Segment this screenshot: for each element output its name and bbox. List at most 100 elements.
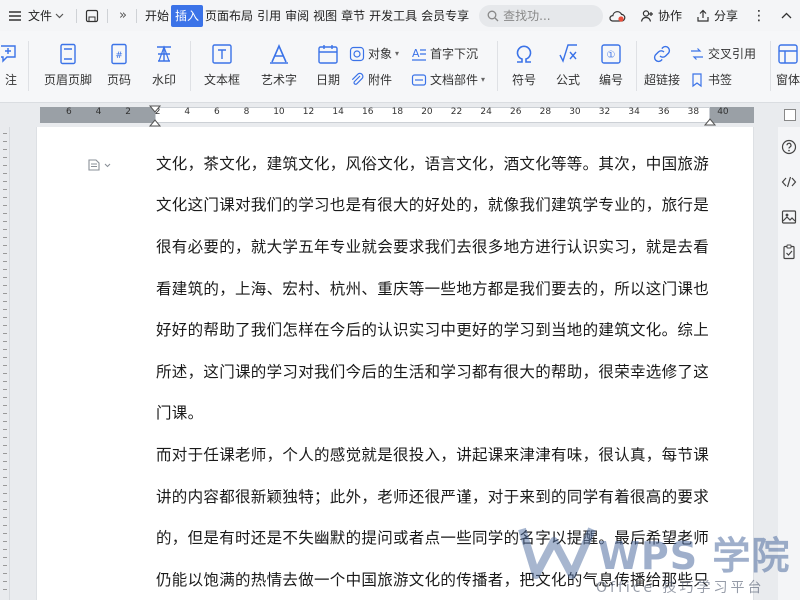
page-number-label: 页码: [106, 73, 131, 87]
horizontal-ruler[interactable]: 6 4 2 2 4 6 8 10 12 14 16 18 20 22 24 26 28 30 32 34 36 38 40: [0, 103, 800, 127]
date-button[interactable]: 日期: [312, 43, 344, 88]
bookmark-icon: [692, 72, 702, 87]
ruler-tick: [3, 365, 7, 366]
tab-view[interactable]: 视图: [311, 5, 339, 27]
object-button[interactable]: 对象 ▾: [349, 45, 399, 62]
ruler-tick: [3, 309, 7, 310]
ruler-tick: [3, 413, 7, 414]
search-box[interactable]: 查找功...: [479, 4, 604, 27]
tab-home[interactable]: 开始: [143, 5, 171, 27]
wordart-button[interactable]: 艺术字: [256, 43, 302, 88]
numbering-button[interactable]: ① 编号: [596, 43, 626, 88]
symbol-label: 符号: [511, 73, 536, 87]
menu-icon[interactable]: [8, 9, 22, 23]
ruler-tick: [3, 165, 7, 166]
ruler-tick: [3, 565, 7, 566]
bookmark-button[interactable]: 书签: [689, 71, 732, 88]
clipboard-icon[interactable]: [781, 244, 797, 260]
cross-reference-icon: [691, 47, 703, 60]
code-icon[interactable]: [781, 174, 797, 190]
page-number-button[interactable]: # 页码: [100, 43, 138, 88]
ruler-tick: [3, 429, 7, 430]
text-line: 仍能以饱满的热情去做一个中国旅游文化的传播者，把文化的气息传播给那些只: [156, 571, 710, 589]
doc-parts-label: 文档部件: [430, 73, 479, 87]
right-side-panel: [778, 127, 800, 600]
header-footer-button[interactable]: 页眉页脚: [42, 43, 94, 88]
collapse-ribbon-button[interactable]: [781, 12, 792, 19]
ruler-number: 12: [302, 107, 315, 117]
comment-label: 注: [4, 73, 17, 87]
paperclip-icon: [351, 72, 364, 85]
chevron-down-icon: ▾: [395, 49, 400, 58]
formula-button[interactable]: 公式: [550, 43, 586, 88]
svg-text:A: A: [412, 47, 420, 60]
text-line: 而对于任课老师，个人的感觉就是很投入，讲起课来津津有味，很认真，每节课: [156, 446, 710, 464]
attachment-button[interactable]: 附件: [349, 71, 392, 88]
ruler-number: 16: [362, 107, 374, 117]
dropcap-label: 首字下沉: [430, 47, 479, 61]
textbox-icon: [212, 44, 232, 64]
wps-writer-window: 文件 » 开始 插入 页面布局 引用 审阅 视图 章节 开发工具 会员专享 查找…: [0, 0, 800, 600]
tab-developer[interactable]: 开发工具: [367, 5, 419, 27]
image-icon[interactable]: [781, 209, 797, 225]
paragraph-menu-icon[interactable]: [88, 156, 112, 175]
page-number-icon: #: [111, 43, 127, 65]
hyperlink-button[interactable]: 超链接: [642, 43, 682, 88]
calendar-icon: [318, 45, 338, 64]
tab-page-layout[interactable]: 页面布局: [203, 5, 255, 27]
watermark-button[interactable]: 水印: [146, 43, 182, 88]
ruler-tick: [3, 189, 7, 190]
share-button[interactable]: 分享: [696, 7, 738, 24]
ruler-tick: [3, 173, 7, 174]
collaborate-button[interactable]: 协作: [640, 7, 682, 24]
tab-references[interactable]: 引用: [255, 5, 283, 27]
text-line: 文化，茶文化，建筑文化，风俗文化，语言文化，酒文化等等。其次，中国旅游: [156, 155, 710, 173]
chevron-up-icon: [781, 12, 792, 19]
file-menu[interactable]: 文件: [24, 7, 68, 24]
tab-section[interactable]: 章节: [339, 5, 367, 27]
doc-parts-button[interactable]: 文档部件 ▾: [411, 71, 485, 88]
tab-member[interactable]: 会员专享: [419, 5, 471, 27]
ruler-number: 24: [480, 107, 492, 117]
omega-icon: [516, 45, 532, 63]
indent-marker-icon[interactable]: [149, 105, 161, 127]
textbox-button[interactable]: 文本框: [200, 43, 244, 88]
ruler-tick: [3, 213, 7, 214]
user-add-icon: [640, 9, 653, 22]
ruler-tick: [3, 333, 7, 334]
text-line: 文化这门课对我们的学习也是有很大的好处的，就像我们建筑学专业的，旅行是: [156, 196, 710, 214]
ruler-tick: [3, 589, 7, 590]
ruler-tick: [3, 453, 7, 454]
dropcap-button[interactable]: A 首字下沉: [411, 45, 478, 62]
text-line: 门课。: [156, 404, 204, 422]
cross-reference-button[interactable]: 交叉引用: [689, 45, 756, 62]
ruler-tick: [3, 285, 7, 286]
form-window-button[interactable]: 窗体: [776, 43, 800, 88]
text-line: 看建筑的，上海、宏村、杭州、重庆等一些地方都是我们要去的，所以这门课也: [156, 280, 710, 298]
right-indent-marker-icon[interactable]: [704, 112, 716, 126]
help-icon[interactable]: [781, 139, 797, 155]
ruler-tick: [3, 245, 7, 246]
ruler-tick: [3, 533, 7, 534]
tab-insert[interactable]: 插入: [171, 4, 204, 27]
ruler-corner-icon[interactable]: [784, 109, 796, 121]
ruler-tick: [3, 549, 7, 550]
more-chevron-icon[interactable]: »: [116, 8, 130, 23]
save-icon[interactable]: [85, 9, 99, 23]
text-line: 好好的帮助了我们怎样在今后的认识实习中更好的学习到当地的建筑文化。综上: [156, 321, 710, 339]
vertical-ruler[interactable]: [0, 127, 10, 600]
more-options-button[interactable]: ⋮: [752, 8, 767, 24]
symbol-button[interactable]: 符号: [506, 43, 542, 88]
textbox-label: 文本框: [203, 73, 240, 87]
form-window-icon: [778, 44, 798, 64]
cloud-sync-button[interactable]: [608, 9, 626, 23]
bookmark-label: 书签: [708, 73, 733, 87]
ruler-number: 8: [243, 107, 250, 117]
svg-text:#: #: [115, 51, 123, 61]
chevron-down-icon: ▾: [481, 75, 486, 84]
ruler-number: 14: [332, 107, 344, 117]
ruler-number: 10: [273, 107, 285, 117]
ruler-tick: [3, 525, 7, 526]
tab-review[interactable]: 审阅: [283, 5, 311, 27]
comment-button[interactable]: 注: [0, 43, 22, 88]
